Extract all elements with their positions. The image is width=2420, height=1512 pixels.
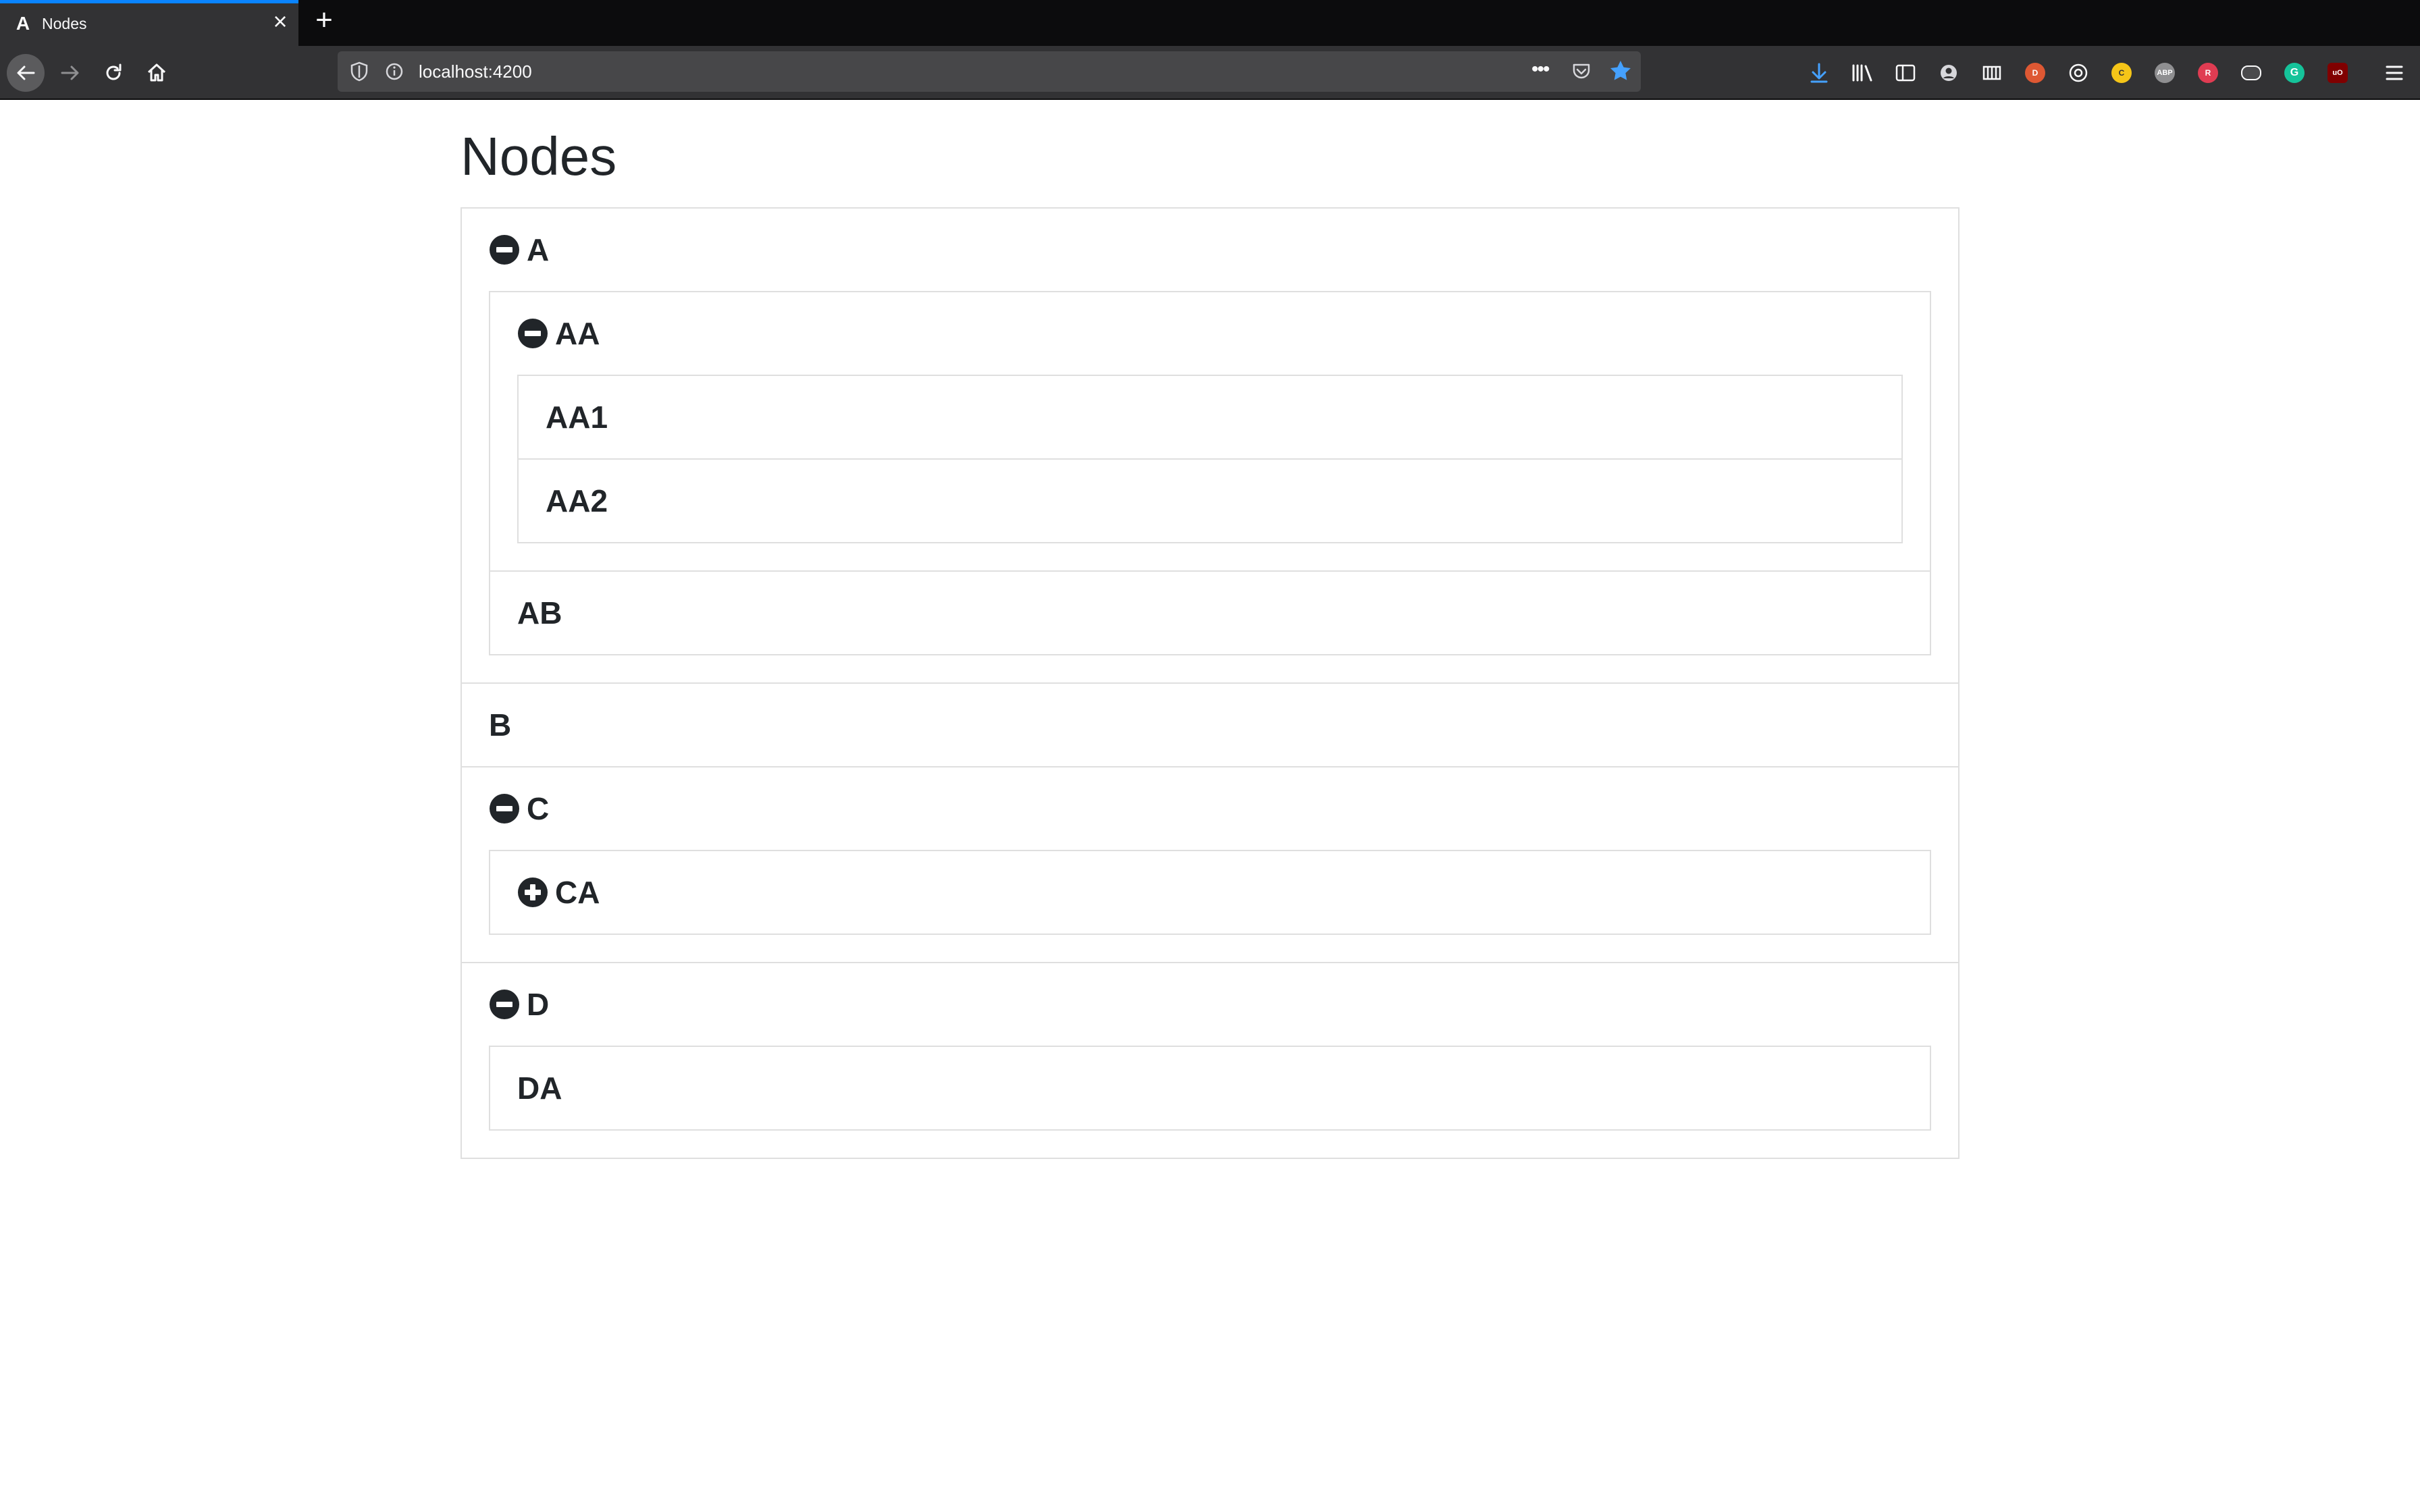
tree-node-aa2: AA2 xyxy=(519,458,1901,542)
page-title: Nodes xyxy=(461,126,617,186)
theme-extension-icon[interactable]: C xyxy=(2109,61,2134,85)
ublock-extension-icon[interactable]: uO xyxy=(2325,61,2350,85)
pocket-icon[interactable] xyxy=(1571,61,1592,82)
close-tab-icon[interactable]: × xyxy=(269,9,292,34)
node-header[interactable]: A xyxy=(489,209,1931,291)
arrow-left-icon xyxy=(17,65,35,80)
node-header[interactable]: B xyxy=(489,684,1931,766)
tab-strip: A Nodes × + xyxy=(0,0,2420,46)
site-info-icon[interactable] xyxy=(385,62,404,81)
plus-circle-icon[interactable] xyxy=(517,877,548,908)
child-list: CA xyxy=(489,850,1931,935)
tree-node-ca: CA xyxy=(490,851,1930,934)
reader-extension-icon[interactable]: R xyxy=(2196,61,2220,85)
minus-circle-icon[interactable] xyxy=(489,989,520,1020)
tab-title: Nodes xyxy=(42,15,87,32)
node-header[interactable]: AA2 xyxy=(546,460,1874,542)
node-header[interactable]: D xyxy=(489,963,1931,1046)
child-list: DA xyxy=(489,1046,1931,1131)
node-label: B xyxy=(489,707,512,742)
bookmark-star-icon[interactable] xyxy=(1608,59,1633,83)
reload-button[interactable] xyxy=(95,54,132,92)
child-list: AA1 AA2 xyxy=(517,375,1903,543)
address-bar[interactable]: localhost:4200 ••• xyxy=(338,51,1641,92)
adblock-extension-icon[interactable]: ABP xyxy=(2153,61,2177,85)
node-label: DA xyxy=(517,1071,562,1106)
node-label: CA xyxy=(555,875,600,910)
node-label: AA xyxy=(555,316,600,351)
reload-icon xyxy=(106,63,122,80)
download-icon[interactable] xyxy=(1807,61,1831,85)
angular-favicon-icon: A xyxy=(16,13,30,34)
sidebar-icon[interactable] xyxy=(1893,61,1918,85)
account-icon[interactable] xyxy=(1937,61,1961,85)
node-label: AB xyxy=(517,595,562,630)
grammarly-extension-icon[interactable]: G xyxy=(2282,61,2307,85)
forward-button[interactable] xyxy=(51,54,89,92)
page-actions-menu-icon[interactable]: ••• xyxy=(1531,58,1550,81)
tree-node-b: B xyxy=(462,682,1958,766)
duckduckgo-extension-icon[interactable]: D xyxy=(2023,61,2047,85)
url-text[interactable]: localhost:4200 xyxy=(419,61,532,82)
node-header[interactable]: AA xyxy=(517,292,1903,375)
node-header[interactable]: DA xyxy=(517,1047,1903,1129)
minus-circle-icon[interactable] xyxy=(517,318,548,349)
tab-nodes[interactable]: A Nodes × xyxy=(0,0,298,46)
tracking-shield-icon[interactable] xyxy=(350,61,369,82)
tree-node-aa1: AA1 xyxy=(519,376,1901,458)
node-header[interactable]: CA xyxy=(517,851,1903,934)
tree-node-ab: AB xyxy=(490,570,1930,654)
node-label: AA1 xyxy=(546,400,608,435)
node-label: A xyxy=(527,232,550,267)
back-button[interactable] xyxy=(7,54,45,92)
tree-node-c: C CA xyxy=(462,766,1958,935)
tree-node-a: A AA AA1 AA2 AB xyxy=(462,209,1958,655)
tampermonkey-extension-icon[interactable] xyxy=(2239,61,2263,85)
privacy-extension-icon[interactable] xyxy=(2066,61,2090,85)
library-icon[interactable] xyxy=(1850,61,1874,85)
node-header[interactable]: AA1 xyxy=(546,376,1874,458)
node-label: D xyxy=(527,987,550,1022)
home-button[interactable] xyxy=(138,54,176,92)
navigation-toolbar: localhost:4200 ••• D C ABP R G uO xyxy=(0,46,2420,100)
tree-node-d: D DA xyxy=(462,962,1958,1131)
hamburger-menu-icon[interactable] xyxy=(2382,61,2406,85)
node-tree: A AA AA1 AA2 AB B C CA D DA xyxy=(461,207,1959,1159)
arrow-right-icon xyxy=(61,65,79,80)
home-icon xyxy=(147,63,166,82)
node-header[interactable]: C xyxy=(489,767,1931,850)
tree-node-da: DA xyxy=(490,1047,1930,1129)
child-list: AA AA1 AA2 AB xyxy=(489,291,1931,655)
minus-circle-icon[interactable] xyxy=(489,793,520,824)
node-header[interactable]: AB xyxy=(517,572,1903,654)
container-tabs-icon[interactable] xyxy=(1980,61,2004,85)
node-label: C xyxy=(527,791,550,826)
minus-circle-icon[interactable] xyxy=(489,234,520,265)
node-label: AA2 xyxy=(546,483,608,518)
tree-node-aa: AA AA1 AA2 xyxy=(490,292,1930,543)
new-tab-button[interactable]: + xyxy=(311,5,338,35)
